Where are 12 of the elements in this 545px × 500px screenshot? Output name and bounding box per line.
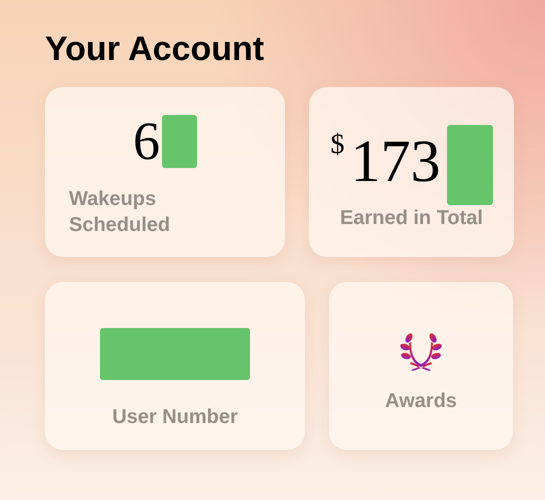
card-label: User Number: [112, 405, 238, 430]
redaction-block: [162, 115, 197, 168]
wakeup-count: 6: [133, 115, 160, 167]
card-label: Earned in Total: [340, 206, 483, 231]
card-label: Awards: [385, 389, 457, 414]
laurel-icon: [399, 332, 443, 372]
currency-sign: $: [330, 129, 344, 161]
earned-amount: 173: [350, 131, 440, 191]
account-card[interactable]: 6 Wakeups Scheduled: [45, 87, 285, 257]
account-card[interactable]: $173 Earned in Total: [309, 87, 514, 257]
page-title: Your Account: [45, 30, 264, 69]
card-label: Wakeups Scheduled: [69, 187, 172, 238]
